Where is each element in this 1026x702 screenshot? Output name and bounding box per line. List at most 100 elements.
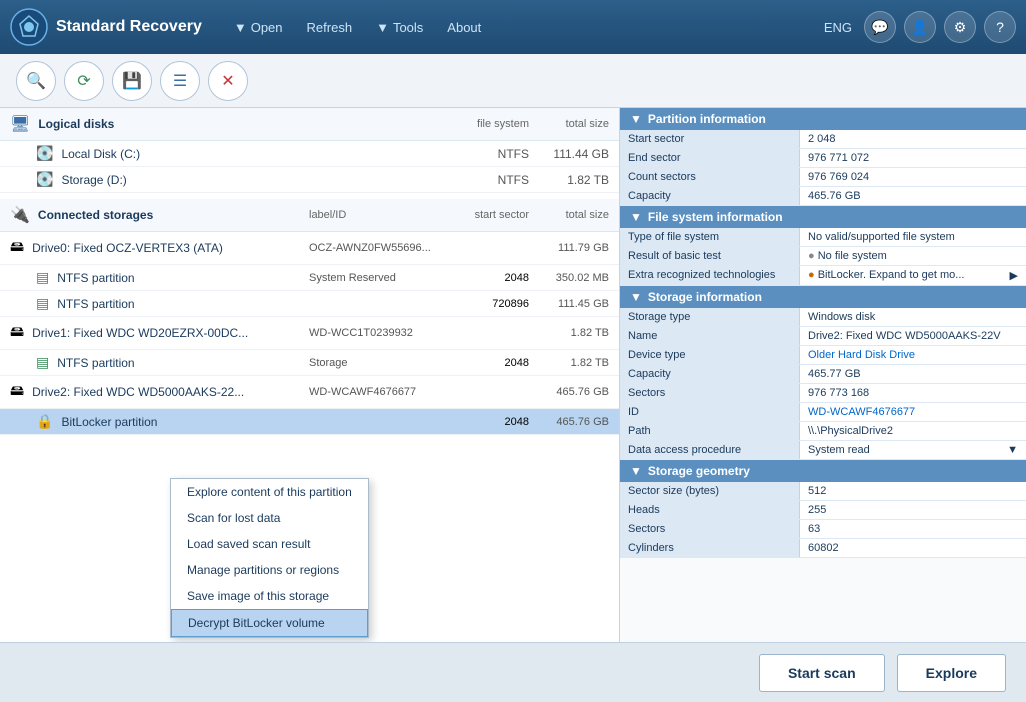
- col-start-sector-header: start sector: [449, 209, 529, 221]
- filesystem-info-arrow: ▼: [630, 210, 642, 224]
- storage-sectors-value: 976 773 168: [800, 384, 1026, 402]
- ctx-manage-partitions[interactable]: Manage partitions or regions: [171, 557, 368, 583]
- storage-capacity-value: 465.77 GB: [800, 365, 1026, 383]
- disk-c-name: Local Disk (C:): [61, 147, 449, 161]
- start-scan-button[interactable]: Start scan: [759, 654, 885, 692]
- fs-extra-tech-value: BitLocker. Expand to get mo... ▶: [800, 266, 1026, 285]
- drive1-item[interactable]: 🖴 Drive1: Fixed WDC WD20EZRX-00DC... WD-…: [0, 317, 619, 350]
- ctx-decrypt-bitlocker[interactable]: Decrypt BitLocker volume: [171, 609, 368, 637]
- ntfs2-ss: 720896: [449, 298, 529, 310]
- geometry-cylinders-value: 60802: [800, 539, 1026, 557]
- ctx-scan-lost-data[interactable]: Scan for lost data: [171, 505, 368, 531]
- save-tool-button[interactable]: 💾: [112, 61, 152, 101]
- drive1-label: WD-WCC1T0239932: [309, 327, 449, 339]
- storage-path-value: \\.\PhysicalDrive2: [800, 422, 1026, 440]
- tools-arrow-icon: ▼: [376, 20, 389, 35]
- partition-start-sector-label: Start sector: [620, 130, 800, 148]
- storage-geometry-arrow: ▼: [630, 464, 642, 478]
- drive2-icon: 🖴: [10, 380, 24, 404]
- drive2-label: WD-WCAWF4676677: [309, 386, 449, 398]
- disk-item-d[interactable]: 💽 Storage (D:) NTFS 1.82 TB: [0, 167, 619, 193]
- search-tool-button[interactable]: 🔍: [16, 61, 56, 101]
- geometry-sector-size-value: 512: [800, 482, 1026, 500]
- ntfs1-size: 350.02 MB: [529, 272, 609, 284]
- partition-count-sectors-label: Count sectors: [620, 168, 800, 186]
- list-tool-button[interactable]: ☰: [160, 61, 200, 101]
- connected-storages-title: Connected storages: [38, 208, 153, 222]
- fs-extra-tech-row: Extra recognized technologies BitLocker.…: [620, 266, 1026, 286]
- drive0-item[interactable]: 🖴 Drive0: Fixed OCZ-VERTEX3 (ATA) OCZ-AW…: [0, 232, 619, 265]
- ntfs3-ss: 2048: [449, 357, 529, 369]
- ctx-save-image[interactable]: Save image of this storage: [171, 583, 368, 609]
- storage-info-arrow: ▼: [630, 290, 642, 304]
- app-logo-icon: [10, 8, 48, 46]
- nav-about[interactable]: About: [435, 14, 493, 41]
- ntfs-partition-3[interactable]: ▤ NTFS partition Storage 2048 1.82 TB: [0, 350, 619, 376]
- ntfs1-ss: 2048: [449, 272, 529, 284]
- storage-info-header: ▼ Storage information: [620, 286, 1026, 308]
- context-menu: Explore content of this partition Scan f…: [170, 478, 369, 638]
- storage-name-row: Name Drive2: Fixed WDC WD5000AAKS-22V: [620, 327, 1026, 346]
- storage-device-type-label: Device type: [620, 346, 800, 364]
- disk-d-size: 1.82 TB: [529, 173, 609, 187]
- language-label: ENG: [824, 20, 852, 35]
- partition-start-sector-value: 2 048: [800, 130, 1026, 148]
- col-total-size-header: total size: [529, 118, 609, 130]
- partition-capacity-row: Capacity 465.76 GB: [620, 187, 1026, 206]
- fs-basic-test-value: No file system: [800, 247, 1026, 265]
- geometry-heads-value: 255: [800, 501, 1026, 519]
- disk-d-icon: 💽: [36, 171, 53, 188]
- explore-button[interactable]: Explore: [897, 654, 1006, 692]
- col-storage-size-header: total size: [529, 209, 609, 221]
- fs-type-row: Type of file system No valid/supported f…: [620, 228, 1026, 247]
- ntfs3-name: NTFS partition: [57, 356, 309, 370]
- storage-data-access-value[interactable]: System read ▼: [800, 441, 1026, 459]
- storage-id-row: ID WD-WCAWF4676677: [620, 403, 1026, 422]
- filesystem-info-header: ▼ File system information: [620, 206, 1026, 228]
- storage-capacity-label: Capacity: [620, 365, 800, 383]
- col-filesystem-header: file system: [449, 118, 529, 130]
- nav-refresh[interactable]: Refresh: [295, 14, 365, 41]
- header-right: ENG 💬 👤 ⚙ ?: [824, 11, 1016, 43]
- fs-basic-test-label: Result of basic test: [620, 247, 800, 265]
- storage-sectors-row: Sectors 976 773 168: [620, 384, 1026, 403]
- ntfs2-icon: ▤: [36, 295, 49, 312]
- disk-d-fs: NTFS: [449, 173, 529, 187]
- ntfs-partition-1[interactable]: ▤ NTFS partition System Reserved 2048 35…: [0, 265, 619, 291]
- connected-storages-header: 🔌 Connected storages label/ID start sect…: [0, 199, 619, 232]
- storage-geometry-header: ▼ Storage geometry: [620, 460, 1026, 482]
- footer: Start scan Explore: [0, 642, 1026, 702]
- geometry-heads-row: Heads 255: [620, 501, 1026, 520]
- storage-type-label: Storage type: [620, 308, 800, 326]
- drive0-name: Drive0: Fixed OCZ-VERTEX3 (ATA): [32, 241, 309, 255]
- settings-button[interactable]: ⚙: [944, 11, 976, 43]
- drive1-icon: 🖴: [10, 321, 24, 345]
- nav-open[interactable]: ▼ Open: [222, 14, 295, 41]
- ctx-load-scan[interactable]: Load saved scan result: [171, 531, 368, 557]
- geometry-heads-label: Heads: [620, 501, 800, 519]
- ntfs1-label: System Reserved: [309, 272, 449, 284]
- storage-capacity-row: Capacity 465.77 GB: [620, 365, 1026, 384]
- expand-arrow-icon[interactable]: ▶: [1010, 269, 1018, 282]
- storage-type-row: Storage type Windows disk: [620, 308, 1026, 327]
- data-access-dropdown-icon[interactable]: ▼: [1007, 444, 1018, 456]
- drive2-item[interactable]: 🖴 Drive2: Fixed WDC WD5000AAKS-22... WD-…: [0, 376, 619, 409]
- nav-tools[interactable]: ▼ Tools: [364, 14, 435, 41]
- ntfs1-name: NTFS partition: [57, 271, 309, 285]
- ntfs2-size: 111.45 GB: [529, 298, 609, 310]
- bitlocker-icon: 🔒: [36, 413, 53, 430]
- bitlocker-partition[interactable]: 🔒 BitLocker partition 2048 465.76 GB: [0, 409, 619, 435]
- scan-tool-button[interactable]: ⟳: [64, 61, 104, 101]
- open-arrow-icon: ▼: [234, 20, 247, 35]
- messages-button[interactable]: 💬: [864, 11, 896, 43]
- partition-capacity-value: 465.76 GB: [800, 187, 1026, 205]
- storage-path-row: Path \\.\PhysicalDrive2: [620, 422, 1026, 441]
- ntfs-partition-2[interactable]: ▤ NTFS partition 720896 111.45 GB: [0, 291, 619, 317]
- nav-menu: ▼ Open Refresh ▼ Tools About: [222, 14, 824, 41]
- close-tool-button[interactable]: ✕: [208, 61, 248, 101]
- account-button[interactable]: 👤: [904, 11, 936, 43]
- disk-item-c[interactable]: 💽 Local Disk (C:) NTFS 111.44 GB: [0, 141, 619, 167]
- storage-id-value: WD-WCAWF4676677: [800, 403, 1026, 421]
- help-button[interactable]: ?: [984, 11, 1016, 43]
- ctx-explore-content[interactable]: Explore content of this partition: [171, 479, 368, 505]
